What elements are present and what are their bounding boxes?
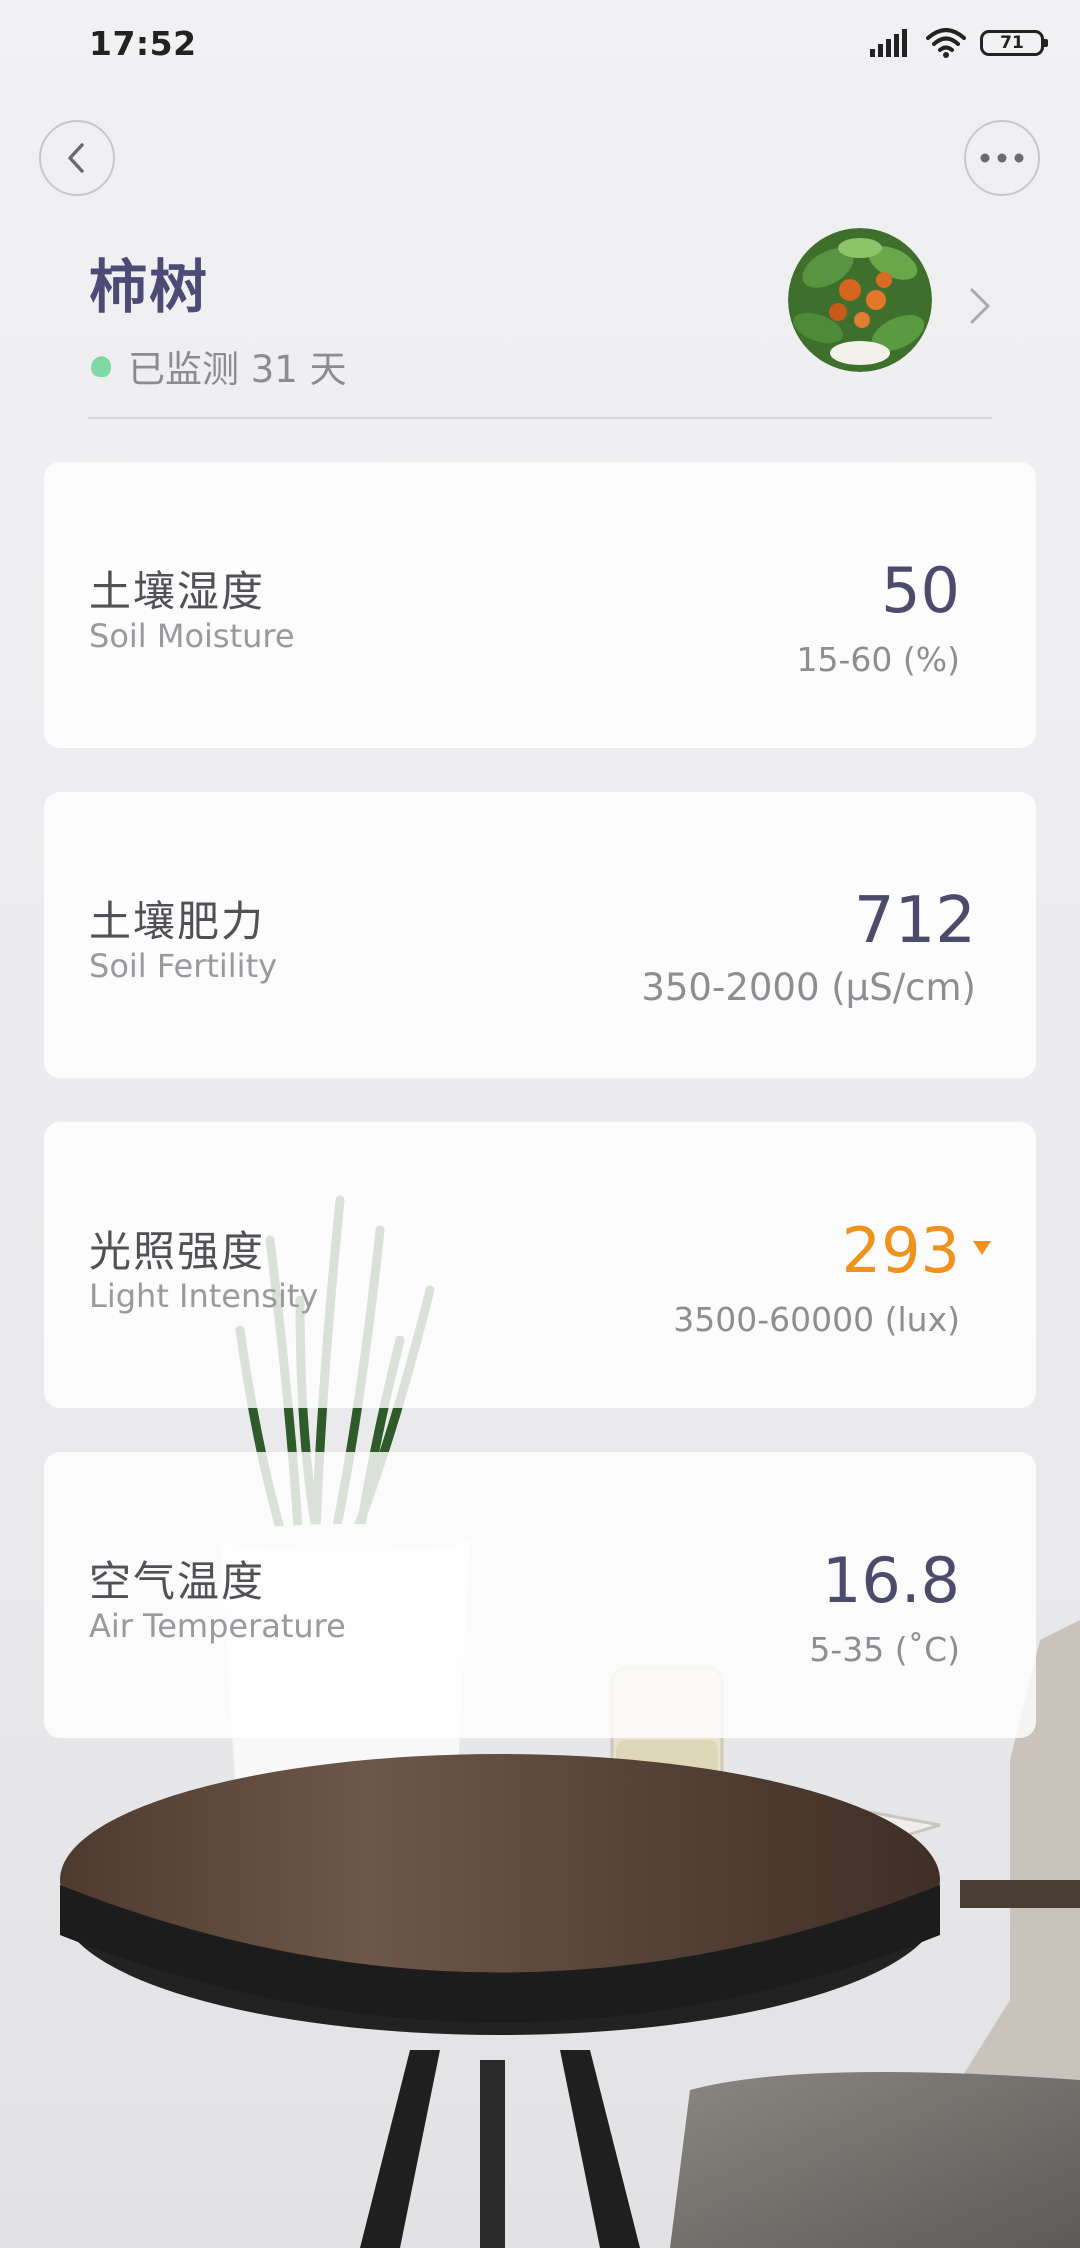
metric-value: 50 xyxy=(881,554,960,627)
monitoring-status: 已监测 31 天 xyxy=(88,339,347,393)
metric-name-cn: 空气温度 xyxy=(89,1557,266,1606)
metric-range: 3500-60000 (lux) xyxy=(673,1300,960,1339)
metric-name-en: Air Temperature xyxy=(89,1607,346,1645)
monitoring-status-icon xyxy=(91,356,112,378)
battery-icon: 71 xyxy=(980,30,1048,56)
wifi-icon xyxy=(926,28,966,58)
metric-range: 5-35 (˚C) xyxy=(809,1630,960,1669)
metric-value: 293 xyxy=(841,1214,960,1287)
metric-range: 350-2000 (μS/cm) xyxy=(641,966,976,1009)
header-divider xyxy=(88,417,992,419)
alert-down-arrow-icon xyxy=(973,1241,991,1255)
metric-card-soil-fertility[interactable]: 土壤肥力 Soil Fertility 712 350-2000 (μS/cm) xyxy=(44,792,1036,1078)
metric-name-en: Light Intensity xyxy=(89,1277,319,1315)
metric-card-soil-moisture[interactable]: 土壤湿度 Soil Moisture 50 15-60 (%) xyxy=(44,462,1036,748)
battery-level: 71 xyxy=(1000,33,1024,53)
metric-card-light-intensity[interactable]: 光照强度 Light Intensity 293 3500-60000 (lux… xyxy=(44,1122,1036,1408)
more-dots-icon xyxy=(980,153,1024,163)
more-options-button[interactable] xyxy=(964,120,1040,196)
monitoring-days-text: 已监测 31 天 xyxy=(128,348,347,391)
metric-name-cn: 光照强度 xyxy=(89,1227,266,1276)
plant-photo xyxy=(788,228,932,372)
chevron-right-icon[interactable] xyxy=(968,286,992,326)
metric-value: 16.8 xyxy=(821,1544,960,1617)
metric-card-air-temperature[interactable]: 空气温度 Air Temperature 16.8 5-35 (˚C) xyxy=(44,1452,1036,1738)
status-bar: 17:52 71 xyxy=(0,0,1080,90)
metric-range: 15-60 (%) xyxy=(796,640,961,679)
plant-name: 柿树 xyxy=(89,253,210,321)
metric-name-en: Soil Moisture xyxy=(89,617,295,655)
metric-name-cn: 土壤肥力 xyxy=(89,897,266,946)
metric-name-cn: 土壤湿度 xyxy=(89,567,266,616)
status-icons: 71 xyxy=(870,26,1048,60)
signal-icon xyxy=(870,29,907,57)
status-time: 17:52 xyxy=(89,24,197,63)
chevron-left-icon xyxy=(68,143,84,173)
metric-value: 712 xyxy=(853,884,976,958)
metric-name-en: Soil Fertility xyxy=(89,947,278,985)
plant-avatar[interactable] xyxy=(788,228,932,372)
back-button[interactable] xyxy=(39,120,115,196)
